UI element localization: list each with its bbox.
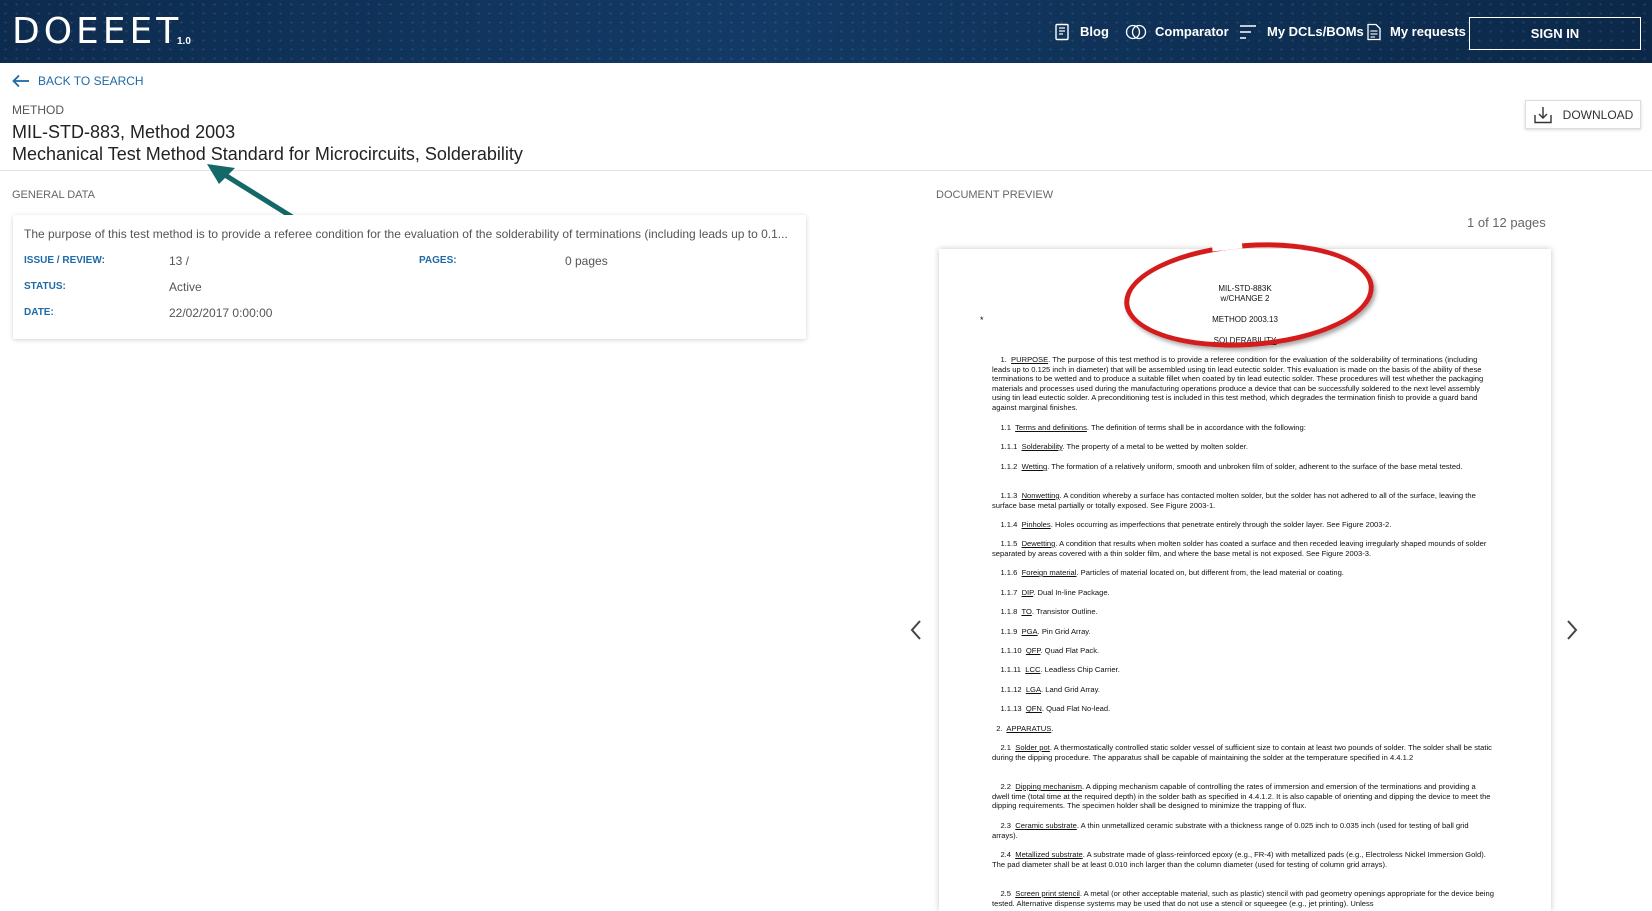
page-title: MIL-STD-883, Method 2003 [12, 122, 236, 142]
doc-paragraph: 1.1.11 LCC. Leadless Chip Carrier. [1000, 665, 1120, 674]
nav-comparator-label: Comparator [1155, 24, 1229, 39]
doc-paragraph: 2.1 Solder pot. A thermostatically contr… [992, 743, 1492, 762]
doc-paragraph: 1. PURPOSE. The purpose of this test met… [992, 355, 1484, 412]
previous-page-button[interactable] [908, 618, 924, 642]
pages-value: 0 pages [565, 254, 608, 268]
nav-dcls-link[interactable]: My DCLs/BOMs [1239, 0, 1364, 63]
blog-icon [1055, 23, 1069, 40]
doc-paragraph: 2.4 Metallized substrate. A substrate ma… [992, 850, 1486, 869]
download-label: DOWNLOAD [1562, 107, 1634, 122]
page-counter: 1 of 12 pages [1467, 215, 1546, 230]
doc-paragraph: 1.1.12 LGA. Land Grid Array. [1000, 685, 1100, 694]
document-icon [1367, 23, 1381, 40]
download-button[interactable]: DOWNLOAD [1525, 100, 1641, 129]
doc-paragraph: 2.5 Screen print stencil. A metal (or ot… [992, 889, 1494, 908]
general-data-card: The purpose of this test method is to pr… [13, 215, 806, 339]
document-page-preview: MIL-STD-883K w/CHANGE 2 * METHOD 2003.13… [939, 249, 1551, 911]
doc-paragraph: 1.1.4 Pinholes. Holes occurring as imper… [1000, 520, 1392, 529]
nav-blog-link[interactable]: Blog [1054, 0, 1109, 63]
nav-requests-label: My requests [1390, 24, 1466, 39]
arrow-left-icon [12, 74, 29, 88]
doc-paragraph: 1.1.3 Nonwetting. A condition whereby a … [992, 491, 1476, 510]
date-label: DATE: [24, 307, 54, 318]
doc-paragraph: 2. APPARATUS. [996, 724, 1054, 733]
doc-paragraph: 2.3 Ceramic substrate. A thin unmetalliz… [992, 821, 1469, 840]
list-icon [1240, 24, 1256, 39]
doc-paragraph: 1.1.7 DIP. Dual In-line Package. [1000, 588, 1110, 597]
pages-label: PAGES: [419, 255, 457, 266]
document-preview-heading: DOCUMENT PREVIEW [936, 189, 1054, 201]
nav-dcls-label: My DCLs/BOMs [1267, 24, 1364, 39]
issue-review-label: ISSUE / REVIEW: [24, 255, 105, 266]
sign-in-button[interactable]: SIGN IN [1469, 17, 1641, 50]
site-logo[interactable]: DOEEET [12, 10, 182, 54]
status-value: Active [169, 280, 202, 294]
doc-paragraph: 1.1.1 Solderability. The property of a m… [1000, 442, 1248, 451]
doc-paragraph: 1.1.5 Dewetting. A condition that result… [992, 539, 1487, 558]
top-navigation-bar: DOEEET 1.0 Blog Comparator My DCLs/BOMs … [0, 0, 1652, 63]
logo-version: 1.0 [177, 36, 191, 47]
document-type-label: METHOD [12, 103, 64, 117]
download-icon [1533, 106, 1552, 123]
status-label: STATUS: [24, 281, 66, 292]
back-to-search-label: BACK TO SEARCH [38, 74, 144, 88]
doc-paragraph: 1.1.6 Foreign material. Particles of mat… [1000, 568, 1344, 577]
nav-requests-link[interactable]: My requests [1366, 0, 1466, 63]
next-page-button[interactable] [1564, 618, 1580, 642]
nav-comparator-link[interactable]: Comparator [1125, 0, 1229, 63]
doc-paragraph: 1.1.2 Wetting. The formation of a relati… [1000, 462, 1463, 471]
doc-paragraph: 1.1.13 QFN. Quad Flat No-lead. [1000, 704, 1111, 713]
doc-paragraph: 1.1.10 QFP. Quad Flat Pack. [1000, 646, 1100, 655]
general-data-heading: GENERAL DATA [12, 189, 95, 201]
date-value: 22/02/2017 0:00:00 [169, 306, 273, 320]
issue-review-value: 13 / [169, 254, 190, 268]
doc-paragraph: 1.1.9 PGA. Pin Grid Array. [1000, 627, 1091, 636]
doc-paragraph: 2.2 Dipping mechanism. A dipping mechani… [992, 782, 1491, 811]
doc-paragraph: 1.1.8 TO. Transistor Outline. [1000, 607, 1098, 616]
method-description: The purpose of this test method is to pr… [24, 227, 788, 241]
doc-paragraph: 1.1 Terms and definitions. The definitio… [1000, 423, 1306, 432]
back-to-search-link[interactable]: BACK TO SEARCH [12, 74, 144, 88]
nav-blog-label: Blog [1080, 24, 1109, 39]
comparator-icon [1125, 24, 1147, 39]
